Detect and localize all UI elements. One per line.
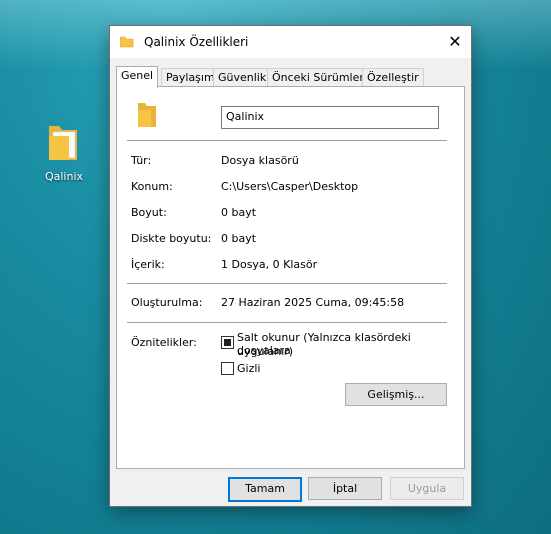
hidden-label: Gizli [237, 362, 261, 375]
properties-dialog: Qalinix Özellikleri ✕ Genel Paylaşım Güv… [109, 25, 472, 507]
general-tab-panel: Tür: Dosya klasörü Konum: C:\Users\Caspe… [116, 86, 465, 469]
close-icon[interactable]: ✕ [439, 26, 471, 58]
type-label: Tür: [131, 154, 152, 167]
divider [127, 140, 447, 141]
cancel-button[interactable]: İptal [308, 477, 382, 500]
size-value: 0 bayt [221, 206, 257, 219]
advanced-button[interactable]: Gelişmiş... [345, 383, 447, 406]
hidden-checkbox[interactable] [221, 362, 234, 375]
tab-paylasim[interactable]: Paylaşım [161, 68, 220, 87]
tab-guvenlik[interactable]: Güvenlik [213, 68, 272, 87]
folder-icon [137, 101, 157, 132]
ok-button[interactable]: Tamam [228, 477, 302, 502]
tab-ozellestir[interactable]: Özelleştir [362, 68, 424, 87]
folder-icon [47, 122, 81, 162]
size-on-disk-value: 0 bayt [221, 232, 257, 245]
contents-value: 1 Dosya, 0 Klasör [221, 258, 318, 271]
folder-name-input[interactable] [222, 107, 436, 126]
divider [127, 283, 447, 284]
contents-label: İçerik: [131, 258, 165, 271]
divider [127, 322, 447, 323]
folder-name-field[interactable] [221, 106, 439, 129]
created-value: 27 Haziran 2025 Cuma, 09:45:58 [221, 296, 405, 309]
location-value: C:\Users\Casper\Desktop [221, 180, 359, 193]
created-label: Oluşturulma: [131, 296, 203, 309]
attributes-label: Öznitelikler: [131, 336, 197, 349]
type-value: Dosya klasörü [221, 154, 299, 167]
readonly-checkbox[interactable] [221, 336, 234, 349]
readonly-label-line2: uygulanır) [237, 345, 294, 358]
tab-onceki-surumler[interactable]: Önceki Sürümler [267, 68, 369, 87]
desktop-folder-icon[interactable]: Qalinix [36, 122, 92, 183]
title-bar[interactable]: Qalinix Özellikleri ✕ [110, 26, 471, 58]
location-label: Konum: [131, 180, 173, 193]
size-label: Boyut: [131, 206, 167, 219]
size-on-disk-label: Diskte boyutu: [131, 232, 212, 245]
apply-button[interactable]: Uygula [390, 477, 464, 500]
tab-genel[interactable]: Genel [116, 66, 159, 88]
window-title: Qalinix Özellikleri [144, 35, 249, 49]
desktop-icon-label: Qalinix [44, 170, 84, 183]
folder-icon [119, 36, 134, 51]
